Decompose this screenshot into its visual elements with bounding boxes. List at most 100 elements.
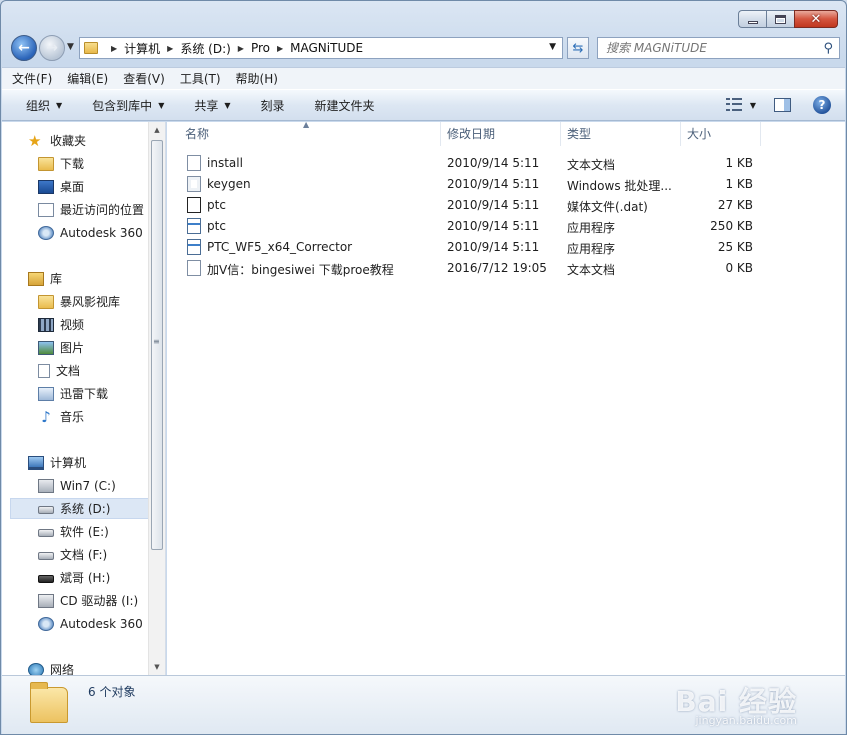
explorer-window: ✕ ← → ▼ ▶ 计算机 ▶ 系统 (D:) ▶ Pro ▶ MAGNiTUD… [0, 0, 847, 735]
scroll-down-icon[interactable]: ▼ [149, 659, 165, 675]
item-count: 6 个对象 [88, 685, 136, 699]
scroll-up-icon[interactable]: ▲ [149, 122, 165, 138]
forward-button[interactable]: → [39, 35, 65, 61]
exe-file-icon [187, 239, 201, 255]
file-row-corrector[interactable]: PTC_WF5_x64_Corrector 2010/9/14 5:11 应用程… [183, 237, 763, 258]
file-row-ptc-dat[interactable]: ptc 2010/9/14 5:11 媒体文件(.dat) 27 KB [183, 195, 763, 216]
file-row-text-note[interactable]: 加V信：bingesiwei 下载proe教程 2016/7/12 19:05 … [183, 258, 763, 279]
chevron-down-icon: ▼ [158, 100, 165, 110]
navigation-bar: ← → ▼ ▶ 计算机 ▶ 系统 (D:) ▶ Pro ▶ MAGNiTUDE … [9, 33, 840, 63]
nav-item-label: 文档 (F:) [60, 548, 108, 562]
back-button[interactable]: ← [11, 35, 37, 61]
organize-button[interactable]: 组织 ▼ [26, 97, 62, 114]
file-row-install[interactable]: install 2010/9/14 5:11 文本文档 1 KB [183, 153, 763, 174]
batch-file-icon [187, 176, 201, 192]
nav-item-label: 软件 (E:) [60, 525, 109, 539]
breadcrumb-magnitude[interactable]: MAGNiTUDE [290, 41, 363, 55]
music-note-icon: ♪ [41, 407, 51, 426]
menu-edit[interactable]: 编辑(E) [67, 70, 108, 87]
nav-item-documents[interactable]: 文档 [38, 360, 148, 381]
watermark-url: jingyan.baidu.com [695, 714, 797, 727]
menu-help[interactable]: 帮助(H) [236, 70, 278, 87]
recent-pages-dropdown[interactable]: ▼ [67, 42, 74, 52]
search-box[interactable]: ⚲ [597, 37, 840, 59]
file-modified: 2010/9/14 5:11 [447, 240, 540, 254]
file-name: ptc [207, 198, 226, 212]
file-size: 250 KB [710, 219, 753, 233]
file-size: 1 KB [725, 156, 753, 170]
nav-item-drive-e[interactable]: 软件 (E:) [38, 521, 148, 542]
minimize-button[interactable] [738, 10, 766, 28]
column-header-name[interactable]: 名称 [179, 122, 441, 146]
nav-item-desktop[interactable]: 桌面 [38, 176, 148, 197]
file-name: 加V信：bingesiwei 下载proe教程 [207, 263, 394, 277]
removable-drive-icon [38, 575, 54, 583]
column-header-type[interactable]: 类型 [561, 122, 681, 146]
chevron-down-icon: ▼ [224, 100, 231, 110]
folder-icon [84, 42, 98, 54]
nav-item-drive-h[interactable]: 斌哥 (H:) [38, 567, 148, 588]
menu-tools[interactable]: 工具(T) [180, 70, 221, 87]
preview-pane-icon[interactable] [774, 98, 791, 112]
breadcrumb-arrow-icon[interactable]: ▶ [167, 44, 173, 53]
nav-item-videos[interactable]: 视频 [38, 314, 148, 335]
new-folder-button[interactable]: 新建文件夹 [315, 97, 375, 114]
nav-item-baofeng-library[interactable]: 暴风影视库 [38, 291, 148, 312]
new-folder-label: 新建文件夹 [314, 98, 375, 113]
nav-scrollbar[interactable]: ▲ ≡ ▼ [148, 122, 165, 675]
column-header-modified[interactable]: 修改日期 [441, 122, 561, 146]
nav-item-xunlei-downloads[interactable]: 迅雷下载 [38, 383, 148, 404]
breadcrumb-arrow-icon[interactable]: ▶ [238, 44, 244, 53]
menu-view[interactable]: 查看(V) [123, 70, 165, 87]
column-header-size[interactable]: 大小 [681, 122, 761, 146]
nav-libraries-label: 库 [50, 272, 63, 286]
address-bar[interactable]: ▶ 计算机 ▶ 系统 (D:) ▶ Pro ▶ MAGNiTUDE ▼ [79, 37, 563, 59]
file-name: keygen [207, 177, 251, 191]
menu-file[interactable]: 文件(F) [12, 70, 52, 87]
file-name: PTC_WF5_x64_Corrector [207, 240, 353, 254]
nav-computer-label: 计算机 [50, 456, 87, 470]
maximize-button[interactable] [766, 10, 794, 28]
nav-item-pictures[interactable]: 图片 [38, 337, 148, 358]
search-icon[interactable]: ⚲ [823, 41, 833, 56]
nav-item-drive-d[interactable]: 系统 (D:) [10, 498, 149, 519]
nav-item-label: 音乐 [60, 410, 85, 424]
view-options-dropdown[interactable]: ▼ [750, 101, 756, 110]
nav-item-cd-drive[interactable]: CD 驱动器 (I:) [38, 590, 148, 611]
file-row-ptc-exe[interactable]: ptc 2010/9/14 5:11 应用程序 250 KB [183, 216, 763, 237]
change-view-icon[interactable] [725, 98, 744, 112]
file-row-keygen[interactable]: keygen 2010/9/14 5:11 Windows 批处理... 1 K… [183, 174, 763, 195]
share-label: 共享 [194, 98, 219, 113]
address-dropdown-icon[interactable]: ▼ [549, 42, 556, 52]
nav-item-drive-c[interactable]: Win7 (C:) [38, 475, 148, 496]
recent-places-icon [38, 202, 54, 217]
include-in-library-button[interactable]: 包含到库中 ▼ [92, 97, 164, 114]
drive-icon [38, 529, 54, 537]
nav-item-autodesk360-drive[interactable]: Autodesk 360 [38, 613, 148, 634]
breadcrumb-arrow-icon[interactable]: ▶ [111, 44, 117, 53]
file-type: 文本文档 [567, 263, 616, 277]
file-size: 1 KB [725, 177, 753, 191]
refresh-button[interactable]: ⇆ [567, 37, 589, 59]
nav-item-recent-places[interactable]: 最近访问的位置 [38, 199, 148, 220]
breadcrumb-pro[interactable]: Pro [251, 41, 270, 55]
burn-button[interactable]: 刻录 [261, 97, 285, 114]
breadcrumb-computer[interactable]: 计算机 [124, 40, 160, 57]
file-modified: 2010/9/14 5:11 [447, 198, 540, 212]
file-type: 应用程序 [567, 242, 616, 256]
nav-item-label: 系统 (D:) [60, 502, 111, 516]
window-controls: ✕ [738, 10, 838, 28]
documents-icon [38, 363, 50, 378]
close-button[interactable]: ✕ [794, 10, 838, 28]
help-icon[interactable]: ? [813, 96, 831, 114]
search-input[interactable] [606, 41, 806, 55]
breadcrumb-arrow-icon[interactable]: ▶ [277, 44, 283, 53]
nav-item-downloads[interactable]: 下载 [38, 153, 148, 174]
nav-item-drive-f[interactable]: 文档 (F:) [38, 544, 148, 565]
nav-item-autodesk360[interactable]: Autodesk 360 [38, 222, 148, 243]
breadcrumb-drive-d[interactable]: 系统 (D:) [180, 40, 230, 57]
burn-label: 刻录 [260, 98, 285, 113]
nav-item-music[interactable]: ♪ 音乐 [38, 406, 148, 427]
share-button[interactable]: 共享 ▼ [194, 97, 230, 114]
video-icon [38, 317, 54, 332]
